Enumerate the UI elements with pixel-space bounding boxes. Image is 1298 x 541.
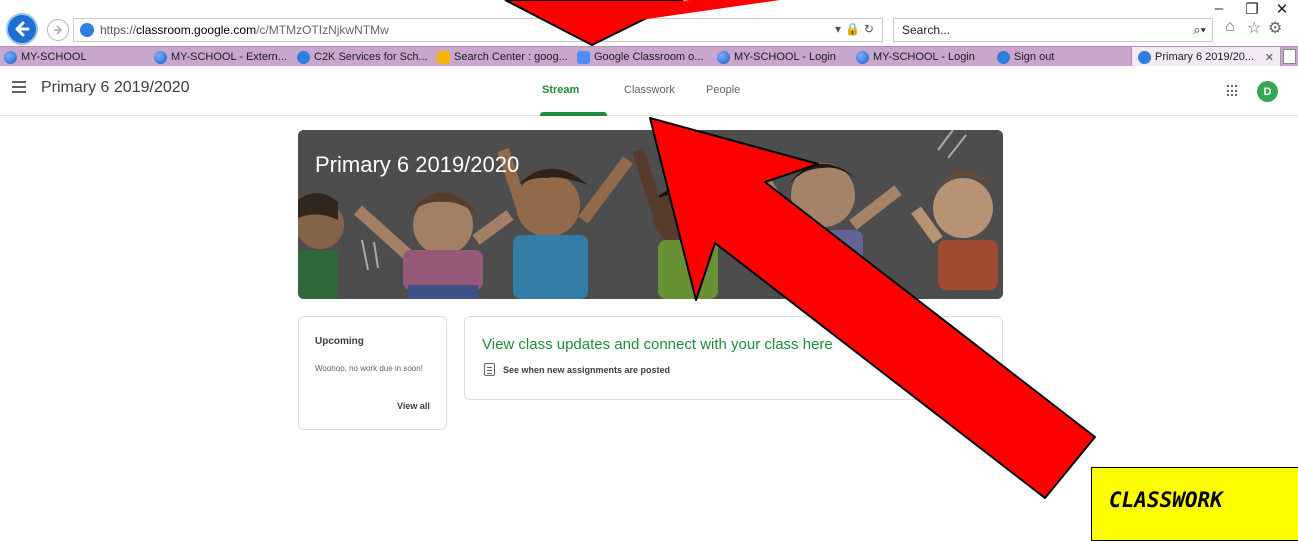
search-center-icon [437, 50, 450, 64]
url-path: /c/MTMzOTIzNjkwNTMw [256, 23, 389, 37]
callout-text: CLASSWORK [1109, 488, 1223, 512]
favorites-bar: MY-SCHOOL MY-SCHOOL - Extern... C2K Serv… [0, 46, 1298, 67]
banner-title: Primary 6 2019/2020 [315, 152, 520, 177]
class-updates-card: View class updates and connect with your… [464, 316, 1003, 400]
google-classroom-icon [577, 50, 590, 64]
favorite-item[interactable]: Google Classroom o... [577, 48, 703, 66]
back-arrow-icon [15, 21, 30, 37]
favorite-item[interactable]: MY-SCHOOL [4, 48, 87, 66]
updates-subtitle: See when new assignments are posted [503, 364, 671, 375]
favorite-item[interactable]: Search Center : goog... [437, 48, 568, 66]
favorite-item[interactable]: MY-SCHOOL - Login [717, 48, 836, 66]
tab-stream[interactable]: Stream [542, 84, 579, 96]
close-tab-icon[interactable]: ✕ [1265, 51, 1274, 64]
favorites-star-icon[interactable]: ☆ [1247, 18, 1261, 38]
class-banner: Primary 6 2019/2020 [298, 130, 1003, 299]
myschool-icon [856, 50, 869, 64]
myschool-icon [154, 50, 167, 64]
upcoming-text: Woohoo, no work due in soon! [315, 364, 423, 373]
favorite-label: Google Classroom o... [594, 51, 704, 63]
settings-gear-icon[interactable]: ⚙ [1268, 18, 1282, 38]
favorite-label: MY-SCHOOL [21, 51, 87, 63]
class-title[interactable]: Primary 6 2019/2020 [41, 79, 190, 97]
address-bar[interactable]: https://classroom.google.com/c/MTMzOTIzN… [73, 18, 883, 42]
myschool-icon [4, 50, 17, 64]
favorite-item[interactable]: MY-SCHOOL - Login [856, 48, 975, 66]
tab-title: Primary 6 2019/20... [1155, 51, 1255, 63]
back-button[interactable] [6, 13, 38, 45]
google-apps-icon[interactable] [1227, 85, 1239, 97]
active-tab-indicator [540, 112, 607, 116]
url-scheme: https:// [100, 23, 137, 37]
updates-subtitle-row: See when new assignments are posted [484, 363, 670, 376]
favorite-label: C2K Services for Sch... [314, 51, 428, 63]
upcoming-title: Upcoming [315, 336, 364, 347]
minimize-button[interactable]: – [1205, 0, 1233, 17]
url-host: classroom.google.com [136, 23, 257, 37]
ie-icon [997, 50, 1010, 64]
hamburger-menu-icon[interactable] [12, 81, 26, 95]
upcoming-card: Upcoming Woohoo, no work due in soon! Vi… [298, 316, 447, 430]
restore-button[interactable]: ❐ [1238, 0, 1266, 18]
updates-title: View class updates and connect with your… [482, 336, 833, 353]
ie-icon [297, 50, 310, 64]
ie-page-icon [80, 23, 94, 37]
favorite-item[interactable]: C2K Services for Sch... [297, 48, 428, 66]
favorite-label: MY-SCHOOL - Login [734, 51, 836, 63]
browser-search-input[interactable]: Search... ⌕▾ [893, 18, 1213, 42]
close-window-button[interactable]: ✕ [1268, 0, 1296, 18]
favorite-label: Search Center : goog... [454, 51, 568, 63]
tab-classwork[interactable]: Classwork [624, 84, 675, 96]
favorite-label: MY-SCHOOL - Extern... [171, 51, 287, 63]
favorite-item[interactable]: MY-SCHOOL - Extern... [154, 48, 287, 66]
forward-button[interactable] [47, 19, 69, 41]
assignment-icon [484, 363, 495, 376]
classroom-header: Primary 6 2019/2020 Stream Classwork Peo… [0, 66, 1298, 116]
myschool-icon [717, 50, 730, 64]
ie-icon [1138, 50, 1151, 64]
search-placeholder: Search... [902, 23, 951, 37]
browser-tab-active[interactable]: Primary 6 2019/20... ✕ [1131, 46, 1281, 67]
favorite-label: MY-SCHOOL - Login [873, 51, 975, 63]
avatar[interactable]: D [1257, 81, 1278, 102]
new-tab-button[interactable] [1283, 49, 1296, 64]
forward-arrow-icon [54, 25, 63, 35]
address-tools-icons[interactable]: ▾🔒↻ [835, 22, 878, 36]
home-icon[interactable]: ⌂ [1225, 18, 1235, 36]
favorite-item[interactable]: Sign out [997, 48, 1054, 66]
browser-chrome: https://classroom.google.com/c/MTMzOTIzN… [0, 0, 1298, 67]
favorite-label: Sign out [1014, 51, 1055, 63]
search-icon[interactable]: ⌕▾ [1193, 22, 1206, 38]
tab-people[interactable]: People [706, 84, 740, 96]
classwork-callout: CLASSWORK [1091, 467, 1298, 541]
view-all-link[interactable]: View all [397, 401, 430, 411]
